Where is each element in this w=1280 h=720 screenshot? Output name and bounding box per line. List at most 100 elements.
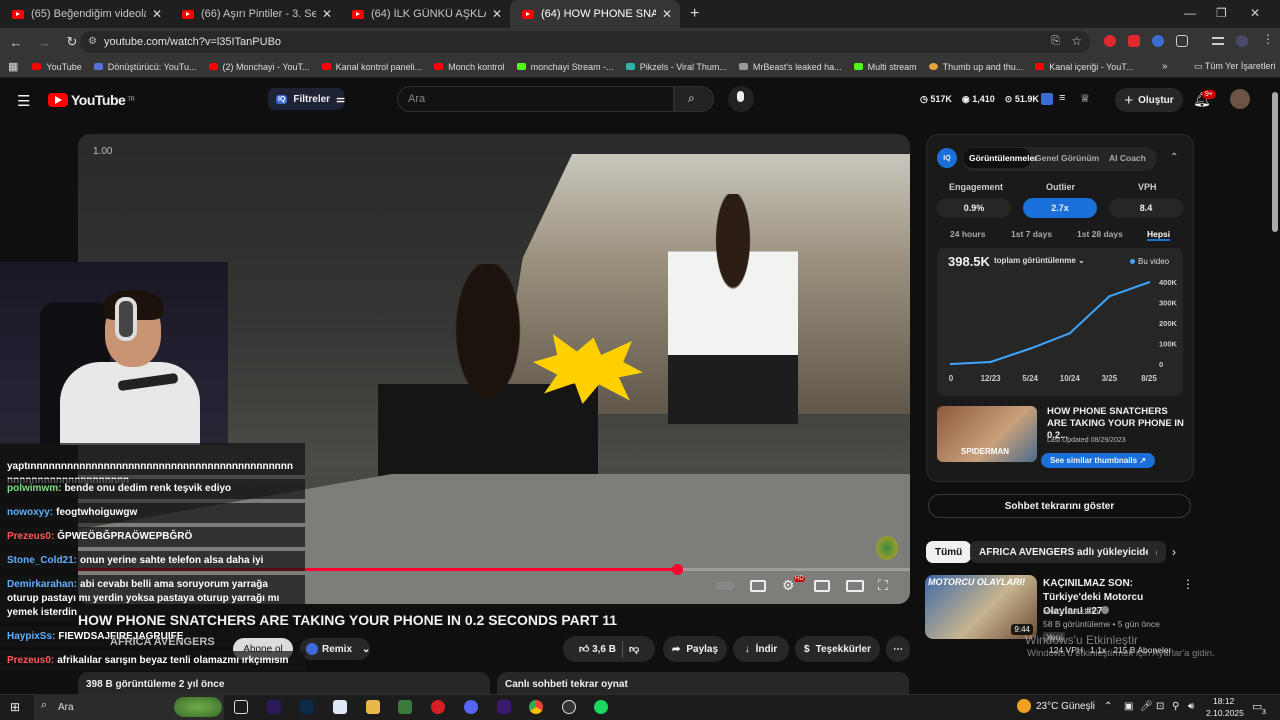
autoplay-toggle[interactable] bbox=[715, 582, 735, 590]
clock-date[interactable]: 2.10.2025 bbox=[1206, 708, 1244, 718]
browser-tab-active[interactable]: (64) HOW PHONE SNATCHERS ARE ✕ bbox=[510, 0, 680, 28]
windows-start-icon[interactable]: ⊞ bbox=[10, 700, 20, 714]
spotify-icon[interactable] bbox=[594, 700, 608, 714]
bookmark-item[interactable]: Monch kontrol bbox=[434, 62, 505, 72]
task-view-icon[interactable] bbox=[234, 700, 248, 714]
premiere-alt-icon[interactable] bbox=[497, 700, 511, 714]
bookmark-item[interactable]: (2) Monchayi - YouT... bbox=[208, 62, 310, 72]
youtube-logo[interactable]: YouTube TR bbox=[48, 92, 135, 108]
tray-app-icon[interactable]: ⊡ bbox=[1156, 701, 1164, 712]
tab-overview[interactable]: Genel Görünüm bbox=[1035, 153, 1099, 163]
search-input[interactable]: Ara bbox=[397, 86, 674, 112]
filters-button[interactable]: IQ Filtreler ⚌ bbox=[268, 88, 345, 110]
voice-search-button[interactable] bbox=[728, 86, 754, 112]
browser-tab[interactable]: (65) Beğendiğim videolar - YouTube ✕ bbox=[0, 0, 170, 28]
tab-ai-coach[interactable]: AI Coach bbox=[1109, 153, 1146, 163]
bookmark-item[interactable]: Kanal kontrol paneli... bbox=[321, 62, 422, 72]
opera-icon[interactable] bbox=[431, 700, 445, 714]
replay-chat-bar[interactable]: Canlı sohbeti tekrar oynat bbox=[497, 672, 909, 696]
bookmark-item[interactable]: Dönüştürücü: YouTu... bbox=[93, 62, 197, 72]
range-7d[interactable]: 1st 7 days bbox=[1011, 229, 1052, 239]
close-tab-icon[interactable]: ✕ bbox=[492, 7, 502, 21]
volume-icon[interactable]: 🔊︎ bbox=[1188, 701, 1194, 712]
settings-gear-icon[interactable]: ⚙ bbox=[782, 577, 795, 594]
browser-tab[interactable]: (64) İLK GÜNKÜ AŞKLA YAPIYORUZ ✕ bbox=[340, 0, 510, 28]
bookmark-item[interactable]: Multi stream bbox=[853, 62, 917, 72]
obs-icon[interactable] bbox=[562, 700, 576, 714]
restore-icon[interactable]: ❐ bbox=[1216, 6, 1227, 20]
cast-icon[interactable]: ⎘ bbox=[1051, 35, 1060, 48]
bookmark-item[interactable]: YouTube bbox=[32, 62, 82, 72]
browser-tab[interactable]: (66) Aşırı Pintiler - 3. Sezon 3. Bölüm ✕ bbox=[170, 0, 340, 28]
thanks-button[interactable]: $ Teşekkürler bbox=[795, 636, 880, 662]
minecraft-icon[interactable] bbox=[398, 700, 412, 714]
profile-icon[interactable] bbox=[1236, 35, 1248, 47]
address-bar[interactable]: ⚙ youtube.com/watch?v=l35ITanPUBo ⎘ ☆ bbox=[80, 31, 1090, 53]
more-vertical-icon[interactable]: ⋮ bbox=[1182, 577, 1194, 591]
channel-name[interactable]: AFRICA AVENGERS bbox=[110, 636, 215, 648]
extension-icon[interactable] bbox=[1152, 35, 1164, 47]
extension-icon[interactable] bbox=[1104, 35, 1116, 47]
bookmark-item[interactable]: Thumb up and thu... bbox=[928, 62, 1023, 72]
description-box[interactable]: 398 B görüntüleme 2 yıl önce bbox=[78, 672, 490, 696]
weather-text[interactable]: 23°C Güneşli bbox=[1036, 701, 1095, 712]
fullscreen-icon[interactable]: ⛶ bbox=[878, 577, 888, 594]
apps-grid-icon[interactable]: ▦ bbox=[8, 60, 18, 73]
file-explorer-icon[interactable] bbox=[366, 700, 380, 714]
more-actions-button[interactable]: ⋯ bbox=[886, 636, 910, 662]
bookmark-star-icon[interactable]: ☆ bbox=[1071, 34, 1082, 48]
subtitles-icon[interactable] bbox=[750, 580, 766, 592]
bookmark-item[interactable]: Kanal içeriği - YouT... bbox=[1035, 62, 1133, 72]
forward-icon[interactable]: → bbox=[32, 35, 56, 50]
range-28d[interactable]: 1st 28 days bbox=[1077, 229, 1123, 239]
tab-views[interactable]: Görüntülenmeler bbox=[969, 153, 1037, 163]
chip-partial[interactable] bbox=[1148, 541, 1156, 563]
progress-scrubber[interactable] bbox=[672, 564, 684, 575]
discord-icon[interactable] bbox=[464, 700, 478, 714]
theater-mode-icon[interactable] bbox=[846, 580, 864, 592]
chip-all[interactable]: Tümü bbox=[926, 541, 972, 563]
chevron-right-icon[interactable]: » bbox=[1162, 61, 1168, 72]
dislike-icon[interactable]: 👎︎ bbox=[629, 643, 639, 655]
bookmark-item[interactable]: monchayi Stream -... bbox=[516, 62, 614, 72]
chip-uploader[interactable]: AFRICA AVENGERS adlı yükleyiciden bbox=[970, 541, 1167, 563]
all-bookmarks[interactable]: ▭ Tüm Yer İşaretleri bbox=[1194, 61, 1275, 72]
remix-button[interactable]: Remix ⌄ bbox=[300, 638, 370, 660]
vidiq-icon[interactable] bbox=[1041, 93, 1053, 105]
close-tab-icon[interactable]: ✕ bbox=[152, 7, 162, 21]
new-tab-button[interactable]: + bbox=[690, 5, 699, 23]
window-close-icon[interactable]: ✕ bbox=[1250, 6, 1260, 20]
taskbar-search[interactable]: ⌕ Ara bbox=[34, 694, 224, 720]
premiere-icon[interactable] bbox=[267, 700, 281, 714]
menu-kebab-icon[interactable]: ⋮ bbox=[1262, 32, 1274, 46]
share-button[interactable]: ➦ Paylaş bbox=[663, 636, 727, 662]
photoshop-icon[interactable] bbox=[300, 700, 314, 714]
tray-chevron-icon[interactable]: ⌃ bbox=[1104, 701, 1112, 712]
bookmark-item[interactable]: MrBeast's leaked ha... bbox=[738, 62, 842, 72]
collapse-icon[interactable]: ⌃ bbox=[1170, 152, 1178, 163]
range-24h[interactable]: 24 hours bbox=[950, 229, 985, 239]
clock-time[interactable]: 18:12 bbox=[1213, 696, 1234, 706]
video-thumbnail-card[interactable]: SPIDERMAN bbox=[937, 406, 1037, 462]
reading-list-icon[interactable] bbox=[1212, 37, 1224, 45]
show-chat-replay-button[interactable]: Sohbet tekrarını göster bbox=[928, 494, 1191, 518]
list-icon[interactable]: ≡ bbox=[1059, 92, 1065, 104]
chevron-right-icon[interactable]: › bbox=[1172, 545, 1176, 559]
notification-center-icon[interactable]: ▭ bbox=[1252, 700, 1262, 713]
extension-icon[interactable] bbox=[1128, 35, 1140, 47]
back-icon[interactable]: ← bbox=[4, 35, 28, 50]
minimize-icon[interactable]: — bbox=[1184, 6, 1196, 20]
avatar[interactable] bbox=[1230, 89, 1250, 109]
rec-channel[interactable]: Motor Sevdam bbox=[1043, 606, 1109, 616]
hamburger-menu-icon[interactable]: ☰ bbox=[17, 92, 30, 110]
tray-mic-icon[interactable]: 🎤︎ bbox=[1140, 701, 1153, 712]
chrome-icon[interactable] bbox=[529, 700, 543, 714]
network-icon[interactable]: ⚲ bbox=[1172, 701, 1179, 712]
page-scrollbar[interactable] bbox=[1272, 92, 1278, 232]
trophy-icon[interactable]: ♕ bbox=[1080, 92, 1090, 105]
similar-thumbnails-button[interactable]: See similar thumbnails ↗ bbox=[1041, 453, 1155, 468]
range-all[interactable]: Hepsi bbox=[1147, 229, 1171, 241]
site-info-icon[interactable]: ⚙ bbox=[88, 36, 97, 47]
close-tab-icon[interactable]: ✕ bbox=[662, 7, 672, 21]
notepad-icon[interactable] bbox=[333, 700, 347, 714]
